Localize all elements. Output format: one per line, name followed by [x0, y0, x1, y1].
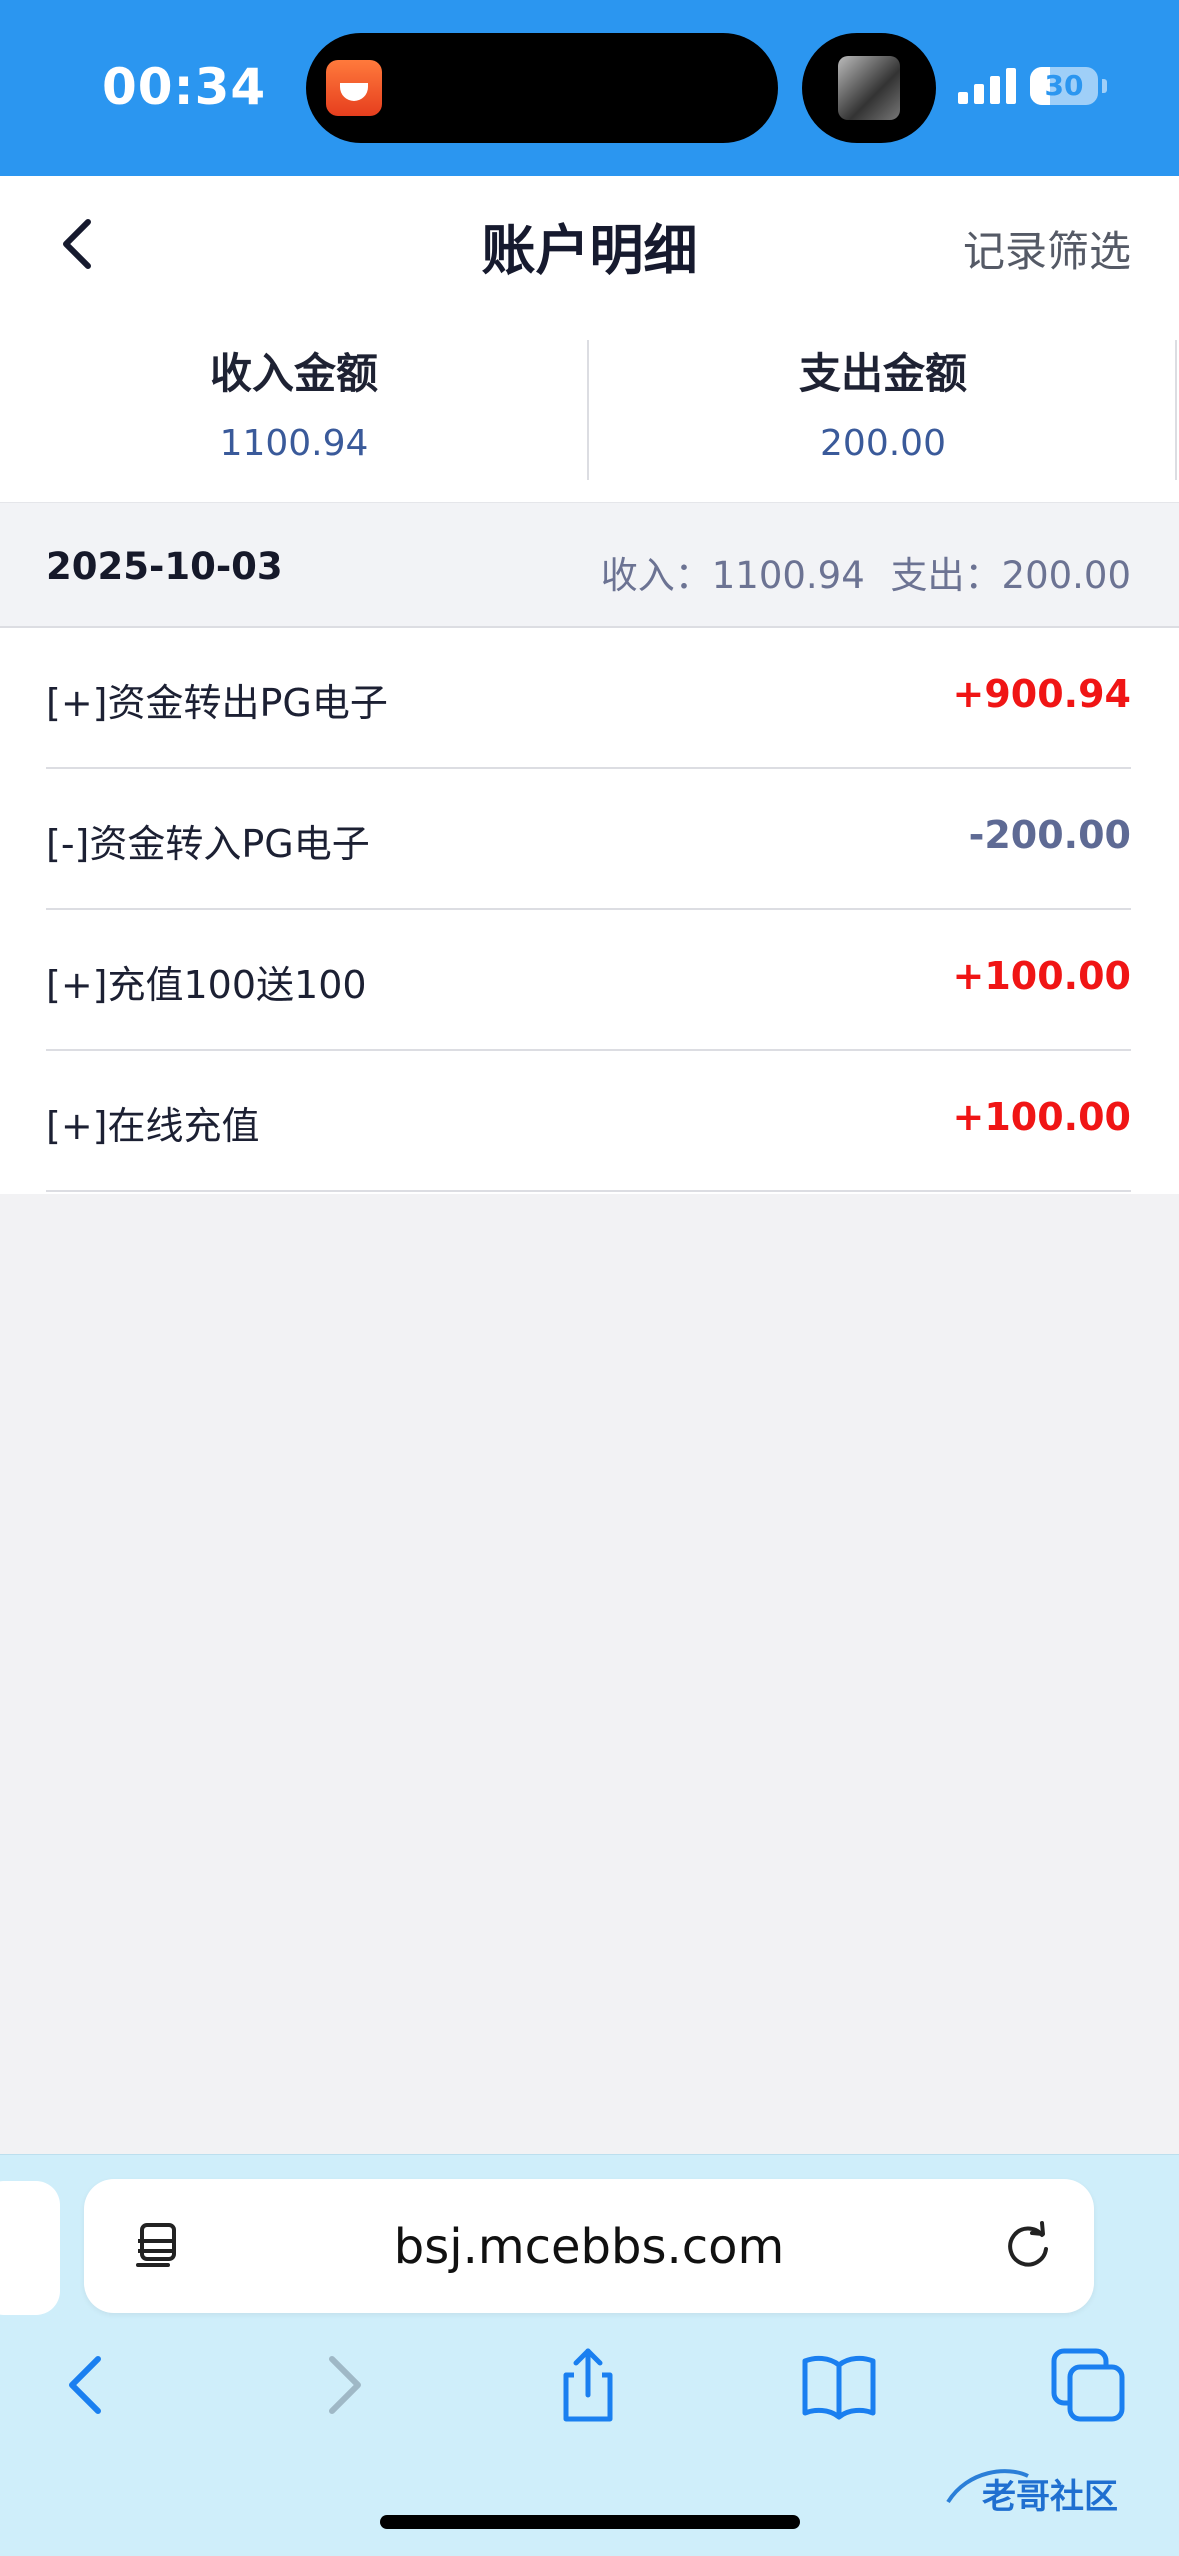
list-item[interactable]: [-]资金转入PG电子 -200.00 — [46, 769, 1131, 910]
date-group-header: 2025-10-03 收入：1100.94 支出：200.00 — [0, 502, 1179, 628]
summary-divider-right — [1175, 340, 1177, 480]
record-name: [+]在线充值 — [46, 1104, 260, 1148]
home-indicator[interactable] — [380, 2515, 800, 2529]
group-date: 2025-10-03 — [46, 545, 283, 588]
address-bar[interactable]: bsj.mcebbs.com — [84, 2179, 1094, 2313]
balance-summary: 收入金额 1100.94 支出金额 200.00 — [0, 316, 1179, 502]
forward-icon[interactable] — [302, 2345, 382, 2425]
status-bar: 00:34 30 — [0, 0, 1179, 176]
record-list: [+]资金转出PG电子 +900.94 [-]资金转入PG电子 -200.00 … — [0, 628, 1179, 1194]
income-value: 1100.94 — [219, 423, 369, 464]
battery-percent: 30 — [1044, 69, 1084, 102]
group-income: 收入：1100.94 — [600, 554, 865, 597]
battery-tip — [1102, 79, 1107, 93]
income-label: 收入金额 — [209, 349, 378, 398]
reload-icon[interactable] — [998, 2215, 1058, 2275]
tabs-icon[interactable] — [1048, 2345, 1128, 2425]
record-amount: +100.00 — [952, 954, 1131, 998]
dynamic-island[interactable] — [306, 33, 778, 143]
dynamic-island-media[interactable] — [802, 33, 936, 143]
battery-icon: 30 — [1030, 67, 1098, 105]
back-icon[interactable] — [48, 2345, 128, 2425]
expense-value: 200.00 — [820, 423, 946, 464]
record-amount: +900.94 — [952, 672, 1131, 716]
income-summary: 收入金额 1100.94 — [0, 340, 588, 464]
record-filter-button[interactable]: 记录筛选 — [963, 218, 1131, 279]
media-thumbnail-icon — [838, 56, 900, 120]
tomato-app-icon[interactable] — [326, 60, 382, 116]
bookmarks-icon[interactable] — [799, 2345, 879, 2425]
status-time: 00:34 — [102, 58, 267, 116]
expense-label: 支出金额 — [798, 349, 967, 398]
watermark-logo-icon: 老哥社区 — [946, 2469, 1118, 2517]
cellular-signal-icon — [958, 66, 1016, 104]
previous-tab-preview[interactable] — [0, 2181, 60, 2315]
group-summary: 收入：1100.94 支出：200.00 — [587, 545, 1131, 599]
list-item[interactable]: [+]在线充值 +100.00 — [46, 1051, 1131, 1192]
record-name: [-]资金转入PG电子 — [46, 822, 370, 866]
record-name: [+]资金转出PG电子 — [46, 681, 388, 725]
share-icon[interactable] — [548, 2345, 628, 2425]
group-expense: 支出：200.00 — [890, 554, 1131, 597]
svg-text:老哥社区: 老哥社区 — [982, 2477, 1118, 2517]
record-amount: +100.00 — [952, 1095, 1131, 1139]
url-text[interactable]: bsj.mcebbs.com — [84, 2219, 1094, 2275]
nav-header: 账户明细 记录筛选 — [0, 176, 1179, 316]
list-item[interactable]: [+]资金转出PG电子 +900.94 — [46, 628, 1131, 769]
list-item[interactable]: [+]充值100送100 +100.00 — [46, 910, 1131, 1051]
expense-summary: 支出金额 200.00 — [589, 340, 1177, 464]
record-name: [+]充值100送100 — [46, 963, 367, 1007]
record-amount: -200.00 — [968, 813, 1131, 857]
